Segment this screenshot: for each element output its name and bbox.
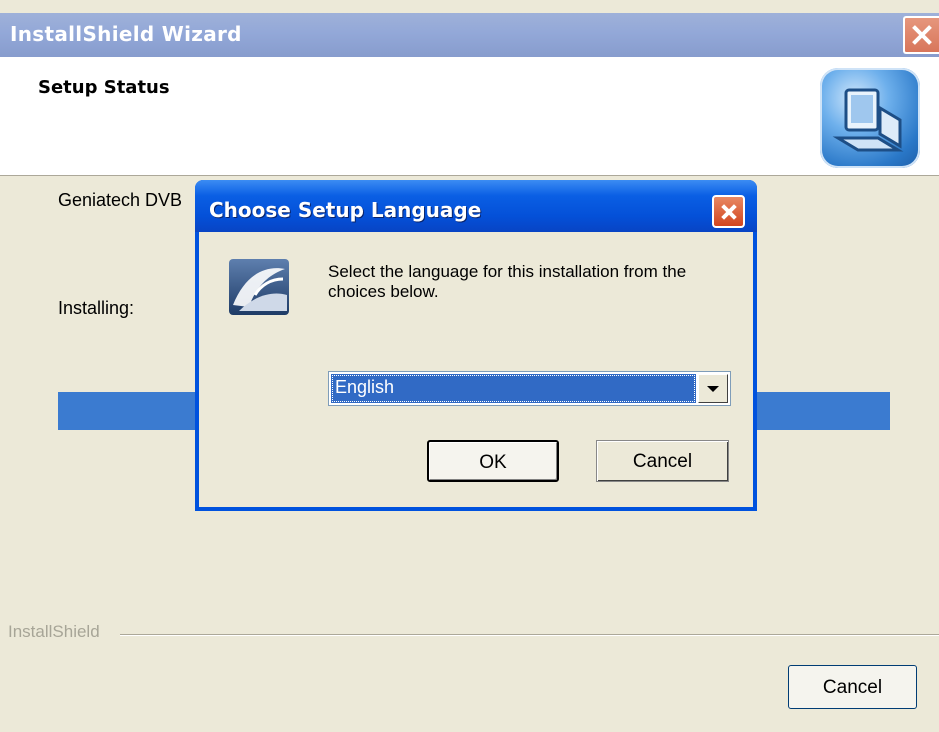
wizard-cancel-button[interactable]: Cancel (788, 665, 917, 709)
header-title: Setup Status (38, 77, 170, 98)
wizard-titlebar[interactable]: InstallShield Wizard (0, 13, 939, 57)
language-selected-value[interactable]: English (331, 374, 696, 403)
dropdown-arrow-icon[interactable] (698, 374, 728, 403)
dialog-close-button[interactable] (712, 195, 745, 228)
wizard-close-button[interactable] (903, 16, 939, 54)
wizard-header: Setup Status (0, 57, 939, 176)
dialog-body: Select the language for this installatio… (199, 232, 753, 507)
dialog-message: Select the language for this installatio… (328, 262, 687, 301)
close-icon (720, 203, 738, 221)
installshield-logo-icon (225, 255, 293, 319)
close-icon (910, 23, 934, 47)
language-dropdown[interactable]: English (328, 371, 731, 406)
dialog-cancel-button[interactable]: Cancel (596, 440, 729, 482)
dialog-title: Choose Setup Language (209, 198, 482, 222)
computer-setup-icon (820, 68, 920, 168)
ok-button[interactable]: OK (427, 440, 559, 482)
installing-label: Installing: (58, 298, 135, 318)
brand-divider (120, 634, 939, 636)
product-name-text: Geniatech DVB (58, 190, 183, 210)
dialog-titlebar[interactable]: Choose Setup Language (195, 180, 757, 232)
installshield-brand: InstallShield (8, 622, 110, 642)
choose-language-dialog: Choose Setup Language Select the languag… (195, 180, 757, 511)
wizard-title: InstallShield Wizard (10, 22, 242, 46)
